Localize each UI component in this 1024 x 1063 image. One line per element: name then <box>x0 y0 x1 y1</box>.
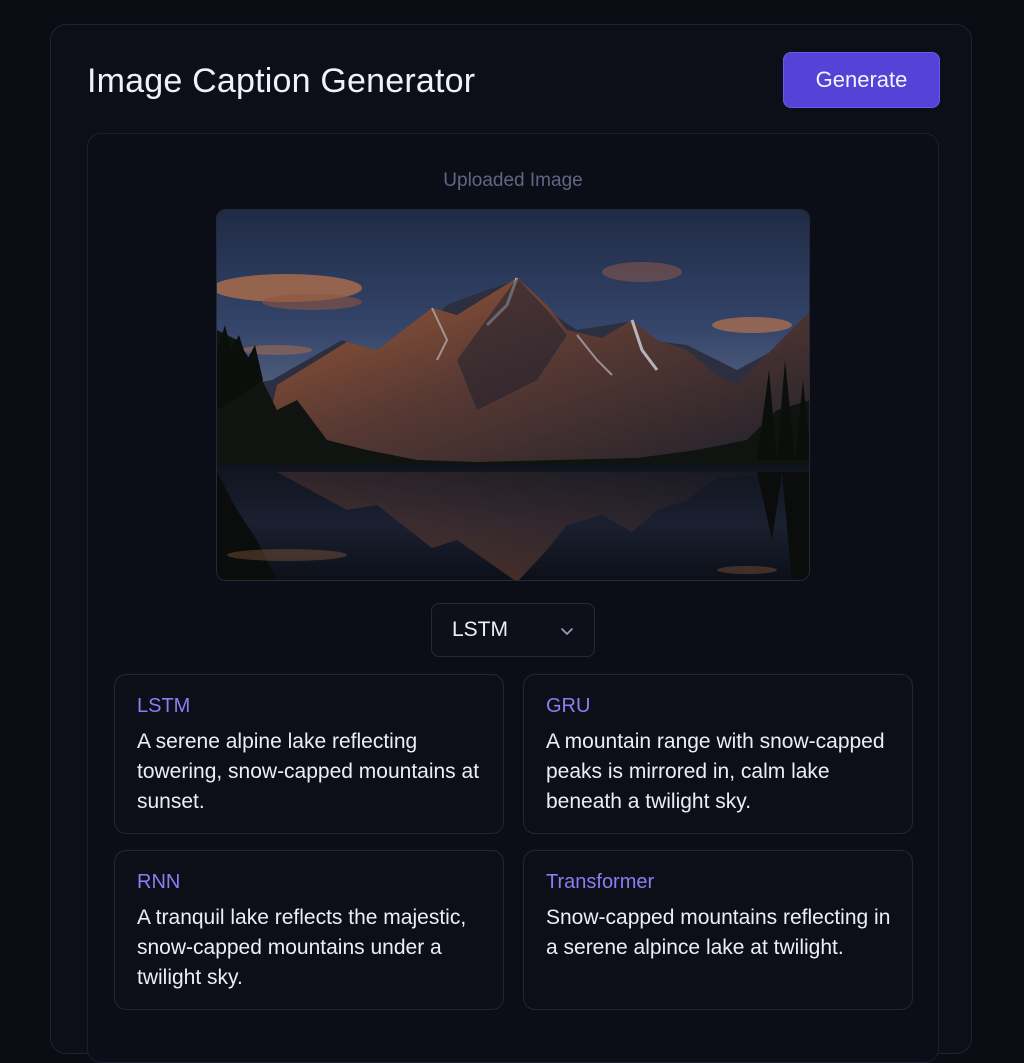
caption-card-lstm: LSTM A serene alpine lake reflecting tow… <box>114 674 504 834</box>
chevron-down-icon <box>561 628 573 635</box>
caption-model-label: LSTM <box>137 695 191 717</box>
caption-model-label: Transformer <box>546 871 655 893</box>
generate-button[interactable]: Generate <box>783 52 940 108</box>
caption-card-transformer: Transformer Snow-capped mountains reflec… <box>523 850 913 1010</box>
caption-card-gru: GRU A mountain range with snow-capped pe… <box>523 674 913 834</box>
caption-text: A serene alpine lake reflecting towering… <box>137 730 480 813</box>
caption-text: A tranquil lake reflects the majestic, s… <box>137 906 467 989</box>
model-select[interactable]: LSTM <box>431 603 595 657</box>
app-card: Image Caption Generator Generate Uploade… <box>50 24 972 1063</box>
page-title: Image Caption Generator <box>87 62 476 100</box>
caption-text: A mountain range with snow-capped peaks … <box>546 730 885 813</box>
mountain-lake-photo <box>217 210 809 580</box>
caption-text: Snow-capped mountains reflecting in a se… <box>546 906 891 959</box>
caption-model-label: GRU <box>546 695 591 717</box>
caption-card-rnn: RNN A tranquil lake reflects the majesti… <box>114 850 504 1010</box>
caption-model-label: RNN <box>137 871 181 893</box>
uploaded-image <box>216 209 810 581</box>
uploaded-image-label: Uploaded Image <box>443 170 583 191</box>
model-select-value: LSTM <box>452 618 509 641</box>
content-panel: Uploaded Image LSTM LSTM A serene alpine… <box>87 133 939 1063</box>
